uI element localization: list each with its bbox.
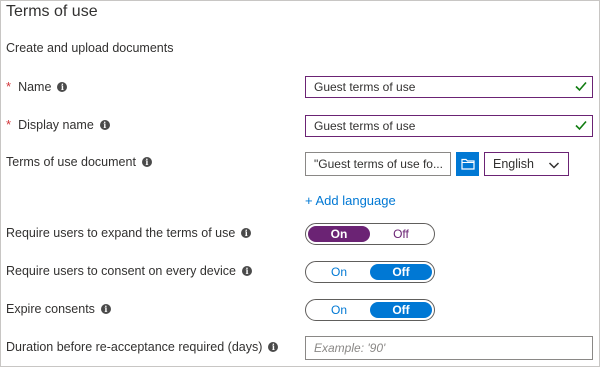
display-name-label: * Display name i	[6, 117, 110, 132]
document-file-input[interactable]: "Guest terms of use fo...	[305, 152, 451, 176]
toggle-off-option[interactable]: Off	[370, 264, 432, 280]
name-label: * Name i	[6, 79, 68, 94]
chevron-down-icon	[548, 162, 560, 169]
document-label-text: Terms of use document	[6, 155, 136, 169]
info-icon[interactable]: i	[57, 81, 68, 92]
name-label-text: Name	[18, 79, 52, 94]
toggle-off-option[interactable]: Off	[370, 302, 432, 318]
expire-consents-label: Expire consents i	[6, 302, 111, 316]
duration-input[interactable]	[305, 336, 593, 360]
display-name-input[interactable]: Guest terms of use	[305, 115, 593, 137]
consent-device-toggle[interactable]: On Off	[305, 261, 435, 283]
required-asterisk: *	[6, 79, 12, 94]
expire-consents-toggle[interactable]: On Off	[305, 299, 435, 321]
info-icon[interactable]: i	[141, 157, 152, 167]
toggle-off-option[interactable]: Off	[370, 226, 432, 242]
language-select-value: English	[493, 157, 534, 171]
info-icon[interactable]: i	[241, 228, 252, 238]
display-name-input-value: Guest terms of use	[314, 119, 416, 133]
name-input-value: Guest terms of use	[314, 80, 416, 94]
name-input[interactable]: Guest terms of use	[305, 76, 593, 98]
info-icon[interactable]: i	[100, 304, 111, 314]
expand-terms-label: Require users to expand the terms of use…	[6, 226, 252, 240]
toggle-on-option[interactable]: On	[308, 302, 370, 318]
consent-device-label-text: Require users to consent on every device	[6, 264, 236, 278]
section-subtitle: Create and upload documents	[6, 41, 174, 55]
check-icon	[575, 120, 587, 131]
info-icon[interactable]: i	[268, 342, 279, 352]
add-language-link[interactable]: + Add language	[305, 193, 396, 208]
document-file-value: "Guest terms of use fo...	[314, 157, 443, 171]
expand-terms-toggle[interactable]: On Off	[305, 223, 435, 245]
required-asterisk: *	[6, 117, 12, 132]
section-title: Terms of use	[6, 3, 98, 20]
expand-terms-label-text: Require users to expand the terms of use	[6, 226, 236, 240]
language-select[interactable]: English	[484, 152, 569, 176]
toggle-on-option[interactable]: On	[308, 226, 370, 242]
info-icon[interactable]: i	[99, 119, 110, 130]
check-icon	[575, 81, 587, 92]
display-name-label-text: Display name	[18, 117, 94, 132]
folder-icon	[460, 158, 475, 170]
duration-label-text: Duration before re-acceptance required (…	[6, 340, 263, 354]
toggle-on-option[interactable]: On	[308, 264, 370, 280]
duration-label: Duration before re-acceptance required (…	[6, 340, 279, 354]
browse-file-button[interactable]	[456, 152, 479, 176]
expire-consents-label-text: Expire consents	[6, 302, 95, 316]
document-label: Terms of use document i	[6, 155, 152, 169]
info-icon[interactable]: i	[242, 266, 252, 276]
consent-device-label: Require users to consent on every device…	[6, 264, 252, 278]
terms-of-use-panel: Terms of use Create and upload documents…	[0, 0, 600, 367]
